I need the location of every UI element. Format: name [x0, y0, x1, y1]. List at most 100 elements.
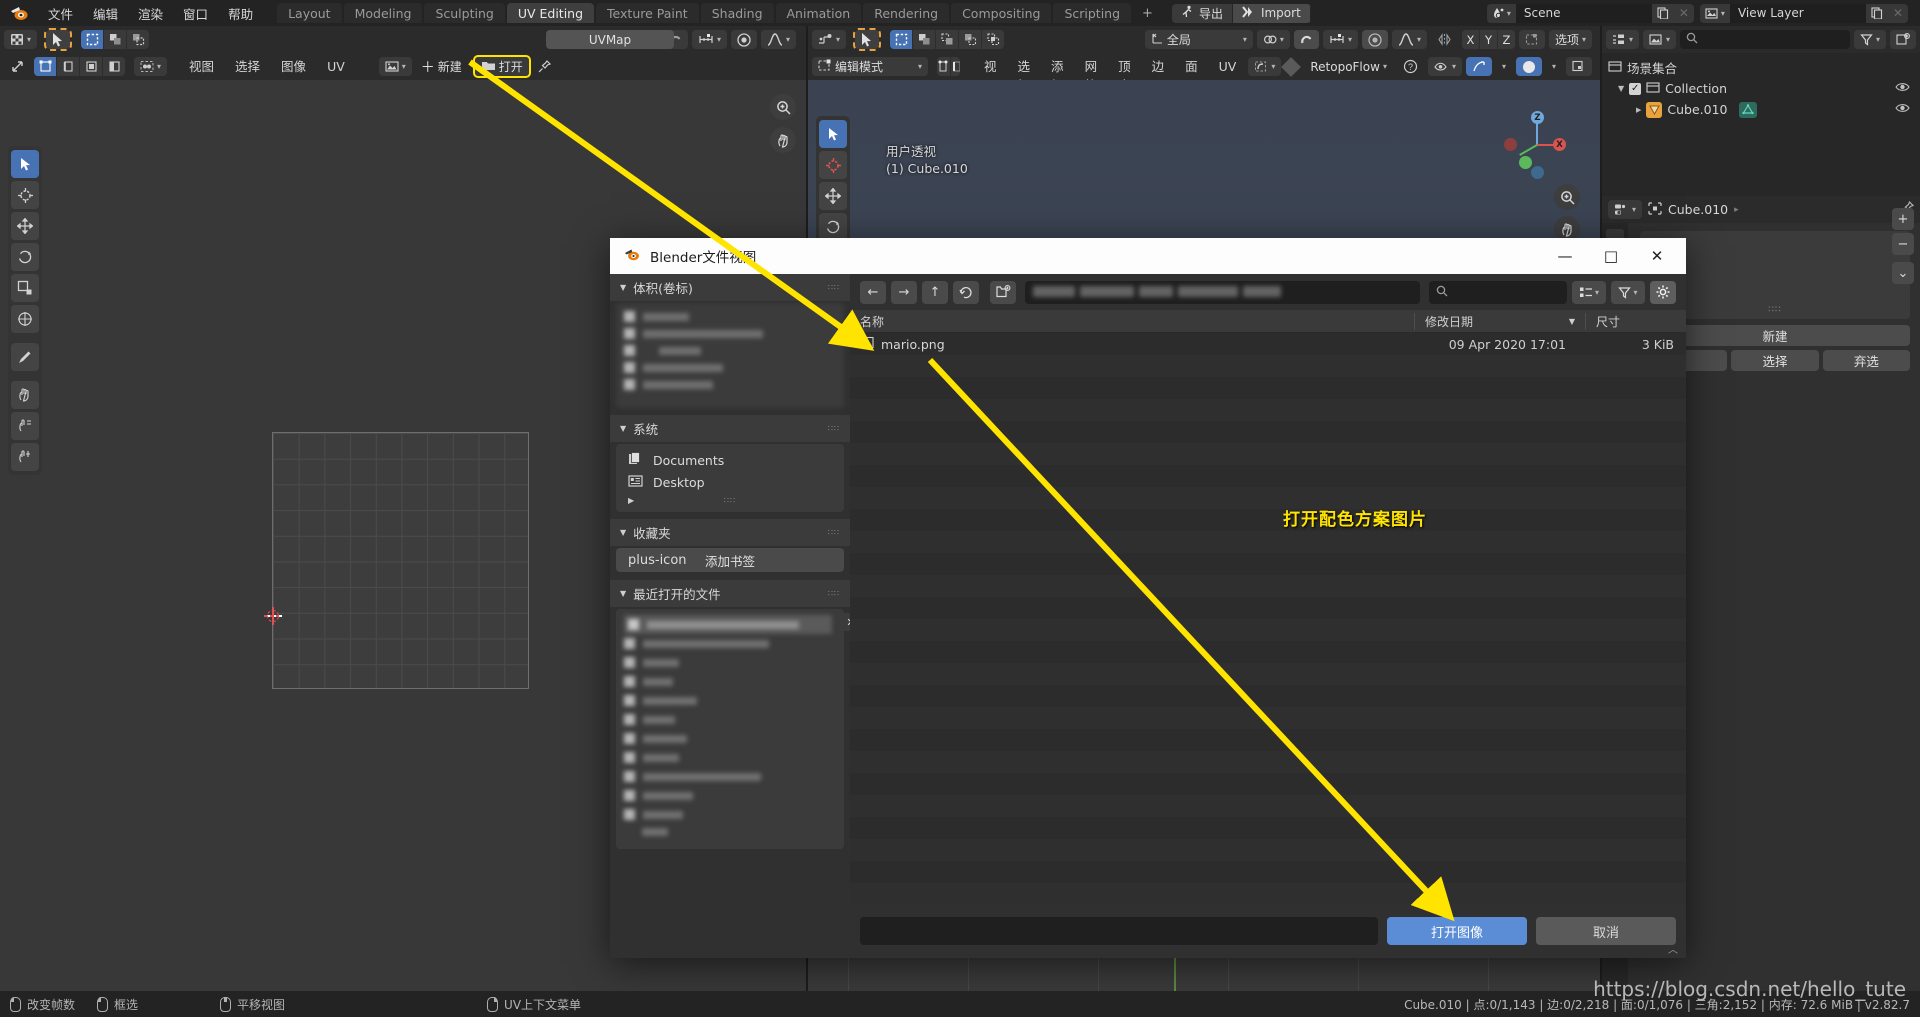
- uv-editor-type-button[interactable]: ▾: [4, 30, 38, 49]
- outliner-row-collection[interactable]: ▼ ✓ Collection: [1602, 78, 1920, 99]
- expand-arrow-icon[interactable]: ▼: [1618, 84, 1624, 93]
- uv-hand-pan-icon[interactable]: [770, 127, 796, 153]
- refresh-icon[interactable]: [953, 280, 979, 304]
- uv-zoom-icon[interactable]: [770, 94, 796, 120]
- volumes-list[interactable]: [616, 303, 844, 408]
- export-button[interactable]: 导出: [1171, 3, 1233, 23]
- uv-menu-uv[interactable]: UV: [318, 57, 354, 76]
- resize-grip[interactable]: ∷∷: [828, 589, 840, 598]
- vp-tool-rotate[interactable]: [819, 213, 847, 241]
- resize-grip[interactable]: ∷∷: [828, 424, 840, 433]
- outliner-display-mode-button[interactable]: ▾: [1643, 30, 1677, 49]
- mirror-icon[interactable]: [1431, 30, 1458, 49]
- file-row[interactable]: mario.png 09 Apr 2020 17:01 3 KiB: [850, 333, 1686, 355]
- new-folder-icon[interactable]: [990, 280, 1016, 304]
- arrow-up-icon[interactable]: ↑: [922, 280, 948, 304]
- select-box-icon[interactable]: [81, 30, 105, 49]
- tab-modeling[interactable]: Modeling: [343, 3, 423, 23]
- select-intersect-icon[interactable]: [982, 30, 1004, 49]
- viewport-menu-edge[interactable]: 边: [1143, 57, 1174, 76]
- column-date[interactable]: 修改日期 ▼: [1414, 312, 1585, 330]
- mesh-data-triangle-icon[interactable]: [1738, 101, 1757, 118]
- uv-sync-selection-button[interactable]: [4, 57, 31, 76]
- display-mode-button[interactable]: ▾: [1572, 280, 1606, 304]
- viewport-tweak-tool-button[interactable]: [853, 28, 882, 51]
- tool-transform[interactable]: [11, 305, 39, 333]
- retopoflow-dropdown[interactable]: RetopoFlow ▾: [1304, 57, 1393, 76]
- vp-tool-cursor[interactable]: [819, 151, 847, 179]
- blender-logo-icon[interactable]: [10, 4, 30, 22]
- tool-grab[interactable]: [11, 381, 39, 409]
- viewport-snap-target-button[interactable]: ▾: [1322, 30, 1358, 49]
- column-name[interactable]: 名称: [850, 313, 1414, 330]
- uv-falloff-curve-button[interactable]: ▾: [760, 30, 796, 49]
- uv-new-image-button[interactable]: ＋ 新建: [415, 57, 468, 76]
- eye-icon[interactable]: [1895, 102, 1910, 117]
- tab-uv-editing[interactable]: UV Editing: [506, 3, 595, 23]
- eye-icon[interactable]: [1895, 81, 1910, 96]
- remove-view-layer-button[interactable]: ✕: [1887, 3, 1908, 23]
- file-list[interactable]: mario.png 09 Apr 2020 17:01 3 KiB: [850, 333, 1686, 904]
- uv-open-image-button[interactable]: 打开: [472, 55, 531, 78]
- overlay-toggle-button[interactable]: [1465, 57, 1492, 76]
- open-image-button[interactable]: 打开图像: [1387, 917, 1527, 945]
- section-bookmarks[interactable]: ▼ 收藏夹 ∷∷: [610, 519, 850, 546]
- gizmo-x-axis[interactable]: X: [1553, 138, 1566, 151]
- tab-texture-paint[interactable]: Texture Paint: [596, 3, 699, 23]
- viewport-menu-uv[interactable]: UV: [1210, 57, 1246, 76]
- uv-sticky-selection-button[interactable]: ▾: [134, 57, 168, 76]
- tab-sculpting[interactable]: Sculpting: [424, 3, 505, 23]
- column-size[interactable]: 尺寸: [1585, 312, 1686, 330]
- viewport-menu-add[interactable]: 添加: [1042, 57, 1073, 93]
- cancel-button[interactable]: 取消: [1536, 917, 1676, 945]
- new-collection-button[interactable]: [1890, 30, 1916, 49]
- vp-tool-move[interactable]: [819, 182, 847, 210]
- viewport-magnet-button[interactable]: [1293, 30, 1319, 49]
- uv-snap-target-button[interactable]: ▾: [691, 30, 727, 49]
- tool-relax[interactable]: [11, 412, 39, 440]
- remove-vertex-group-button[interactable]: −: [1892, 233, 1914, 255]
- vertex-icon[interactable]: [34, 57, 57, 76]
- tool-pinch[interactable]: [11, 443, 39, 471]
- select-lasso-icon[interactable]: [127, 30, 149, 49]
- filter-button[interactable]: ▾: [1611, 280, 1645, 304]
- gizmo-z-axis[interactable]: Z: [1531, 111, 1544, 124]
- tab-scripting[interactable]: Scripting: [1053, 3, 1132, 23]
- properties-editor-type-button[interactable]: ▾: [1608, 200, 1643, 219]
- edge-icon[interactable]: [57, 57, 80, 76]
- vertex-select-icon[interactable]: [937, 57, 951, 76]
- viewport-proportional-edit-button[interactable]: [1361, 30, 1388, 49]
- transform-orientation-dropdown[interactable]: 全局 ▾: [1144, 30, 1253, 49]
- uv-mirror-button[interactable]: [1518, 30, 1545, 49]
- uvmap-name-field[interactable]: UVMap: [546, 30, 674, 49]
- section-recent[interactable]: ▼ 最近打开的文件 ∷∷: [610, 580, 850, 607]
- expand-arrow-icon[interactable]: ▶: [628, 496, 634, 505]
- island-icon[interactable]: [103, 57, 125, 76]
- select-difference-icon[interactable]: [959, 30, 983, 49]
- scene-icon[interactable]: ▾: [1486, 3, 1516, 23]
- add-vertex-group-button[interactable]: +: [1892, 208, 1914, 230]
- tab-layout[interactable]: Layout: [277, 3, 342, 23]
- vertex-group-specials-button[interactable]: ⌄: [1892, 262, 1914, 284]
- uv-proportional-edit-button[interactable]: [730, 30, 757, 49]
- viewport-zoom-icon[interactable]: [1554, 184, 1580, 210]
- viewport-menu-select[interactable]: 选择: [1009, 57, 1040, 93]
- resize-grip[interactable]: ∷∷: [1768, 305, 1781, 315]
- resize-grip[interactable]: ∷∷: [828, 283, 840, 292]
- shading-mode-button[interactable]: [1515, 57, 1542, 76]
- scene-selector[interactable]: ▾ Scene ✕: [1486, 3, 1694, 23]
- select-subtract-icon[interactable]: [936, 30, 960, 49]
- tool-cursor[interactable]: [11, 181, 39, 209]
- tool-rotate[interactable]: [11, 243, 39, 271]
- viewport-menu-mesh[interactable]: 网格: [1076, 57, 1107, 93]
- section-system[interactable]: ▼ 系统 ∷∷: [610, 415, 850, 442]
- system-item-documents[interactable]: Documents: [616, 449, 844, 471]
- system-item-desktop[interactable]: Desktop: [616, 471, 844, 493]
- outliner-filter-button[interactable]: ▾: [1853, 30, 1886, 49]
- minimize-button[interactable]: —: [1542, 238, 1588, 274]
- tool-scale[interactable]: [11, 274, 39, 302]
- mirror-axis-z[interactable]: Z: [1498, 30, 1515, 49]
- viewport-nav-gizmo[interactable]: Z X: [1504, 111, 1568, 179]
- view-layer-selector[interactable]: ▾ View Layer ✕: [1699, 3, 1908, 23]
- recent-list[interactable]: ✕: [616, 609, 860, 849]
